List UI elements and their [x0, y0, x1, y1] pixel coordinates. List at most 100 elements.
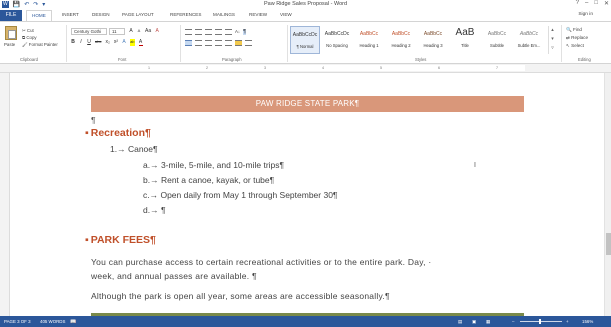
ribbon-home: Paste ✂ Cut ⧉ Copy 🖌 Format Painter Clip…	[0, 21, 611, 64]
format-painter-button[interactable]: 🖌 Format Painter	[22, 41, 58, 48]
bold-button[interactable]: B	[71, 39, 75, 46]
heading-park-fees[interactable]: ▪ PARK FEES¶	[85, 234, 156, 246]
list-item-canoe[interactable]: 1.→ Canoe¶	[110, 144, 158, 154]
sort-icon[interactable]: A↓	[235, 29, 240, 35]
tab-file[interactable]: FILE	[0, 10, 22, 21]
tab-mailings[interactable]: MAILINGS	[213, 12, 235, 17]
borders-icon[interactable]	[245, 40, 252, 46]
heading-bullet-icon: ▪	[85, 234, 89, 246]
ruler-tick: 1	[148, 66, 150, 70]
superscript-button[interactable]: x²	[114, 39, 118, 46]
list-item-b[interactable]: b.→ Rent a canoe, kayak, or tube¶	[143, 175, 274, 185]
heading-recreation[interactable]: ▪ Recreation¶	[85, 127, 151, 139]
tab-review[interactable]: REVIEW	[249, 12, 267, 17]
style-no-spacing[interactable]: AaBbCcDc No Spacing	[322, 26, 352, 54]
document-page[interactable]: PAW RIDGE STATE PARK¶ ¶ ▪ Recreation¶ 1.→…	[0, 73, 604, 316]
styles-group-label: Styles	[415, 57, 427, 62]
proofing-icon[interactable]: 📖	[70, 319, 76, 325]
increase-indent-icon[interactable]	[225, 29, 232, 35]
banner-text: PAW RIDGE STATE PARK¶	[255, 99, 360, 108]
read-mode-icon[interactable]: ▤	[458, 319, 462, 325]
subscript-button[interactable]: x₂	[105, 39, 109, 46]
bullets-icon[interactable]	[185, 29, 192, 35]
maximize-button[interactable]: □	[594, 0, 598, 7]
style-heading-3[interactable]: AaBbCc Heading 3	[418, 26, 448, 54]
style-subtitle[interactable]: AaBbCc Subtitle	[482, 26, 512, 54]
style-name: ¶ Normal	[296, 44, 314, 49]
vertical-ruler[interactable]	[0, 73, 10, 316]
tab-home[interactable]: HOME	[26, 10, 52, 21]
select-button[interactable]: ↖ Select	[566, 42, 588, 50]
tab-references[interactable]: REFERENCES	[170, 12, 201, 17]
style-heading-1[interactable]: AaBbCc Heading 1	[354, 26, 384, 54]
multilevel-list-icon[interactable]	[205, 29, 212, 35]
font-size-select[interactable]: 11	[109, 28, 125, 35]
italic-button[interactable]: I	[79, 39, 83, 46]
clear-formatting-button[interactable]: A	[155, 28, 159, 34]
list-item-c[interactable]: c.→ Open daily from May 1 through Septem…	[143, 190, 338, 200]
style-name: Title	[461, 43, 469, 48]
word-count[interactable]: 405 WORDS	[40, 319, 65, 324]
body-paragraph-line[interactable]: You can purchase access to certain recre…	[91, 257, 431, 267]
heading-recreation-text: Recreation¶	[90, 127, 151, 139]
web-layout-icon[interactable]: ▦	[486, 319, 490, 325]
style-title[interactable]: AaB Title	[450, 26, 480, 54]
zoom-slider-knob[interactable]	[539, 319, 541, 324]
style-sample: AaBbCc	[423, 31, 443, 37]
sign-in-link[interactable]: Sign in	[578, 12, 593, 17]
font-color-button[interactable]: A	[138, 39, 143, 46]
park-banner[interactable]: PAW RIDGE STATE PARK¶	[91, 96, 524, 112]
justify-icon[interactable]	[215, 40, 222, 46]
styles-more-icon[interactable]: ▴ ▾ ▿	[548, 26, 556, 54]
change-case-button[interactable]: Aa	[145, 28, 151, 34]
tab-insert[interactable]: INSERT	[62, 12, 79, 17]
list-item-a[interactable]: a.→ 3-mile, 5-mile, and 10-mile trips¶	[143, 160, 284, 170]
vertical-scrollbar[interactable]	[604, 73, 611, 316]
body-paragraph-line[interactable]: week, and annual passes are available. ¶	[91, 271, 257, 281]
format-painter-label: Format Painter	[28, 42, 58, 47]
zoom-slider[interactable]	[520, 319, 562, 324]
underline-button[interactable]: U	[87, 39, 91, 46]
scrollbar-thumb[interactable]	[606, 233, 611, 255]
replace-button[interactable]: ⇄ Replace	[566, 34, 588, 42]
style-heading-2[interactable]: AaBbCc Heading 2	[386, 26, 416, 54]
show-formatting-icon[interactable]: ¶	[243, 29, 247, 35]
zoom-level[interactable]: 156%	[582, 319, 593, 324]
tab-page-layout[interactable]: PAGE LAYOUT	[122, 12, 154, 17]
alignment-controls	[185, 40, 252, 46]
numbering-icon[interactable]	[195, 29, 202, 35]
cut-button[interactable]: ✂ Cut	[22, 27, 58, 34]
strikethrough-button[interactable]: abc	[95, 39, 101, 46]
tab-design[interactable]: DESIGN	[92, 12, 110, 17]
shrink-font-button[interactable]: A	[137, 28, 141, 34]
status-bar: PAGE 3 OF 3 405 WORDS 📖 ▤ ▣ ▦ – + 156%	[0, 316, 611, 327]
align-left-icon[interactable]	[185, 40, 192, 46]
line-spacing-icon[interactable]	[225, 40, 232, 46]
help-button[interactable]: ?	[576, 0, 579, 7]
style-normal[interactable]: AaBbCcDc ¶ Normal	[290, 26, 320, 54]
grow-font-button[interactable]: A	[129, 28, 133, 34]
close-button[interactable]: ✕	[604, 0, 609, 7]
select-label: Select	[571, 43, 584, 48]
page-count[interactable]: PAGE 3 OF 3	[4, 319, 31, 324]
zoom-out-button[interactable]: –	[512, 319, 514, 324]
find-button[interactable]: 🔍 Find	[566, 26, 588, 34]
zoom-in-button[interactable]: +	[566, 319, 569, 324]
highlight-button[interactable]: ab	[130, 39, 135, 46]
paste-button[interactable]: Paste	[4, 26, 18, 48]
text-effects-button[interactable]: A	[122, 39, 126, 46]
align-center-icon[interactable]	[195, 40, 202, 46]
horizontal-ruler[interactable]: 1 2 3 4 5 6 7	[0, 64, 611, 73]
minimize-button[interactable]: –	[585, 0, 588, 7]
shading-icon[interactable]	[235, 40, 242, 46]
copy-button[interactable]: ⧉ Copy	[22, 34, 58, 41]
font-name-select[interactable]: Century Gothi	[71, 28, 107, 35]
styles-gallery: AaBbCcDc ¶ Normal AaBbCcDc No Spacing Aa…	[290, 26, 558, 54]
list-item-d[interactable]: d.→ ¶	[143, 205, 166, 215]
tab-view[interactable]: VIEW	[280, 12, 292, 17]
body-paragraph[interactable]: Although the park is open all year, some…	[91, 291, 390, 301]
decrease-indent-icon[interactable]	[215, 29, 222, 35]
align-right-icon[interactable]	[205, 40, 212, 46]
style-subtle-emphasis[interactable]: AaBbCc Subtle Em...	[514, 26, 544, 54]
print-layout-icon[interactable]: ▣	[472, 319, 476, 325]
